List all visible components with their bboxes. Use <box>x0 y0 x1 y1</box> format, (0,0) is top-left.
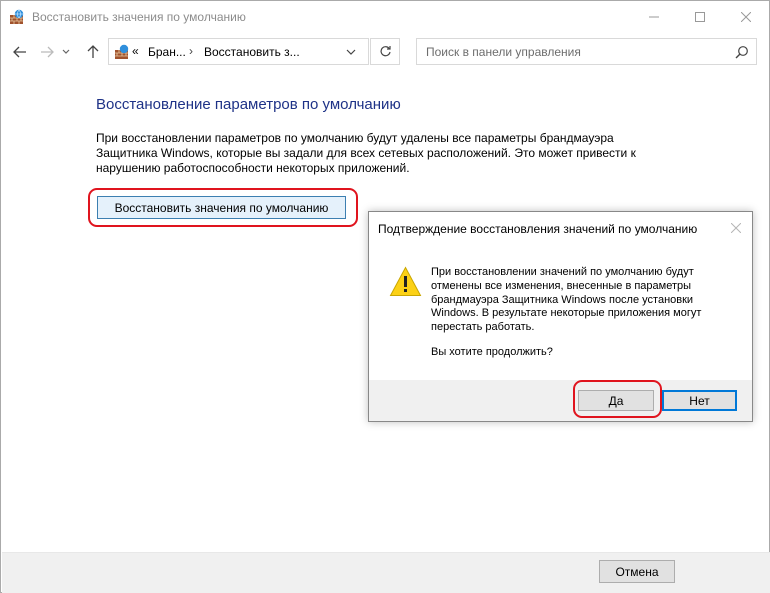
up-arrow-icon <box>87 45 99 58</box>
up-button[interactable] <box>82 41 104 63</box>
breadcrumb-restore[interactable]: Восстановить з... <box>204 45 300 59</box>
highlight-annotation <box>573 380 662 418</box>
firewall-location-icon <box>115 44 129 59</box>
search-box[interactable]: Поиск в панели управления <box>416 38 757 65</box>
refresh-button[interactable] <box>370 38 400 65</box>
title-bar: Восстановить значения по умолчанию <box>1 1 769 32</box>
breadcrumb-firewall[interactable]: Бран... <box>148 45 186 59</box>
dialog-footer: Да Нет <box>369 380 752 421</box>
navigation-bar: « Бран... › Восстановить з... Поиск в па… <box>1 32 769 72</box>
search-placeholder: Поиск в панели управления <box>426 45 581 59</box>
minimize-button[interactable] <box>631 1 677 32</box>
forward-arrow-icon <box>41 46 54 58</box>
close-icon <box>731 223 741 233</box>
address-bar[interactable]: « Бран... › Восстановить з... <box>108 38 369 65</box>
warning-icon <box>389 266 422 296</box>
breadcrumb-separator-icon[interactable]: › <box>189 44 193 58</box>
dialog-message: При восстановлении значений по умолчанию… <box>431 266 702 334</box>
maximize-icon <box>695 11 705 22</box>
back-button[interactable] <box>9 41 31 63</box>
chevron-down-icon <box>346 49 356 55</box>
no-button[interactable]: Нет <box>662 390 737 411</box>
page-title: Восстановление параметров по умолчанию <box>96 96 401 113</box>
breadcrumb-overflow[interactable]: « <box>132 44 139 58</box>
dialog-title: Подтверждение восстановления значений по… <box>378 222 698 236</box>
dialog-close-button[interactable] <box>728 220 744 236</box>
close-icon <box>741 11 751 22</box>
dialog-question: Вы хотите продолжить? <box>431 346 553 358</box>
close-button[interactable] <box>723 1 769 32</box>
cancel-button[interactable]: Отмена <box>599 560 675 583</box>
page-description: При восстановлении параметров по умолчан… <box>96 131 636 175</box>
recent-locations-button[interactable] <box>59 41 73 63</box>
chevron-down-icon <box>62 49 70 54</box>
back-arrow-icon <box>13 46 26 58</box>
restore-defaults-button[interactable]: Восстановить значения по умолчанию <box>97 196 346 219</box>
refresh-icon <box>379 46 391 57</box>
minimize-icon <box>649 16 659 17</box>
address-dropdown-button[interactable] <box>346 45 362 59</box>
window-title: Восстановить значения по умолчанию <box>32 10 246 24</box>
footer-bar: Отмена <box>2 553 770 593</box>
maximize-button[interactable] <box>677 1 723 32</box>
forward-button[interactable] <box>36 41 58 63</box>
search-icon[interactable] <box>735 45 749 59</box>
firewall-app-icon <box>10 9 24 24</box>
confirmation-dialog: Подтверждение восстановления значений по… <box>368 211 753 422</box>
